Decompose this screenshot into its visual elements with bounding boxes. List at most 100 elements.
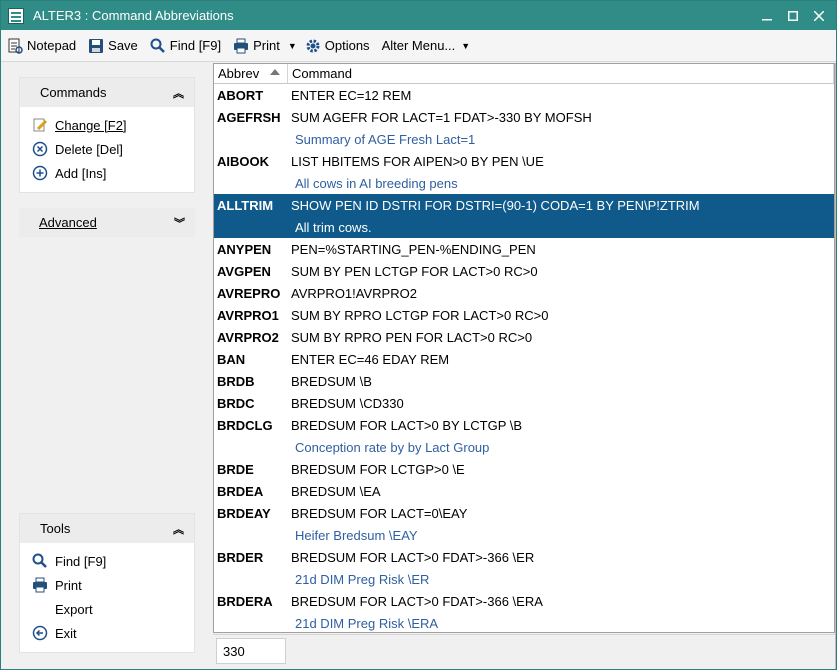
description-cell: 21d DIM Preg Risk \ER xyxy=(295,571,430,587)
table-row[interactable]: AVREPRO AVRPRO1!AVRPRO2 xyxy=(214,282,834,304)
command-cell: SUM AGEFR FOR LACT=1 FDAT>-330 BY MOFSH xyxy=(291,109,592,125)
abbrev-cell: ANYPEN xyxy=(217,241,272,257)
abbrev-cell: BRDB xyxy=(217,373,255,389)
table-row[interactable]: BRDEA BREDSUM \EA xyxy=(214,480,834,502)
command-cell: ENTER EC=46 EDAY REM xyxy=(291,351,450,367)
change-command-item[interactable]: Change [F2] xyxy=(32,113,194,137)
abbrev-cell: BRDCLG xyxy=(217,417,273,433)
command-column-label: Command xyxy=(292,66,352,81)
app-icon xyxy=(8,7,24,24)
alter-menu-dropdown-arrow[interactable]: ▼ xyxy=(461,41,470,51)
row-main-line: AGEFRSH SUM AGEFR FOR LACT=1 FDAT>-330 BY… xyxy=(214,106,834,128)
printer-icon xyxy=(32,577,48,593)
toolbar: Notepad Save Find [F9] Print ▼ Options A… xyxy=(1,30,836,62)
command-cell: SUM BY PEN LCTGP FOR LACT>0 RC>0 xyxy=(291,263,538,279)
collapse-up-icon[interactable]: ︽ xyxy=(173,521,184,537)
find-button[interactable]: Find [F9] xyxy=(150,34,221,58)
column-header-command[interactable]: Command xyxy=(288,64,834,83)
abbrev-cell: ALLTRIM xyxy=(217,197,274,213)
add-icon xyxy=(32,165,48,181)
notepad-icon xyxy=(8,38,23,54)
table-row[interactable]: AVRPRO2 SUM BY RPRO PEN FOR LACT>0 RC>0 xyxy=(214,326,834,348)
tools-find-item[interactable]: Find [F9] xyxy=(32,549,194,573)
row-main-line: ABORT ENTER EC=12 REM xyxy=(214,84,834,106)
column-header-abbrev[interactable]: Abbrev xyxy=(214,64,288,83)
advanced-panel-header[interactable]: Advanced ︾ xyxy=(19,208,195,237)
add-label: Add [Ins] xyxy=(55,165,107,181)
grid-body: ABORT ENTER EC=12 REM AGEFRSH SUM AGEFR FOR… xyxy=(214,84,834,632)
table-row[interactable]: AVGPEN SUM BY PEN LCTGP FOR LACT>0 RC>0 xyxy=(214,260,834,282)
sort-ascending-icon xyxy=(270,69,280,75)
save-icon xyxy=(89,38,104,53)
window-border xyxy=(835,63,836,669)
tools-panel: Tools ︽ Find [F9] Print Export Exit xyxy=(19,513,195,653)
table-row[interactable]: BRDCLG BREDSUM FOR LACT>0 BY LCTGP \B Conc… xyxy=(214,414,834,458)
table-row[interactable]: BAN ENTER EC=46 EDAY REM xyxy=(214,348,834,370)
abbrev-cell: ABORT xyxy=(217,87,264,103)
search-icon xyxy=(32,553,48,569)
row-main-line: BRDER BREDSUM FOR LACT>0 FDAT>-366 \ER xyxy=(214,546,834,568)
commands-panel-header[interactable]: Commands ︽ xyxy=(20,78,194,107)
alter-menu-button[interactable]: Alter Menu... xyxy=(382,34,456,58)
description-cell: All cows in AI breeding pens xyxy=(295,175,458,191)
options-button[interactable]: Options xyxy=(305,34,370,58)
minimize-button[interactable] xyxy=(754,1,780,30)
minimize-icon xyxy=(762,18,772,20)
table-row[interactable]: ALLTRIM SHOW PEN ID DSTRI FOR DSTRI=(90-1… xyxy=(214,194,834,238)
notepad-label: Notepad xyxy=(27,38,77,53)
print-button[interactable]: Print xyxy=(233,34,280,58)
record-count-field: 330 xyxy=(216,638,286,664)
change-label: Change [F2] xyxy=(55,117,127,133)
row-main-line: BAN ENTER EC=46 EDAY REM xyxy=(214,348,834,370)
main-window: ALTER3 : Command Abbreviations Notepad S… xyxy=(0,0,837,670)
description-cell: Summary of AGE Fresh Lact=1 xyxy=(295,131,476,147)
window-title: ALTER3 : Command Abbreviations xyxy=(33,8,234,23)
abbrev-cell: AVGPEN xyxy=(217,263,271,279)
row-main-line: AIBOOK LIST HBITEMS FOR AIPEN>0 BY PEN \U… xyxy=(214,150,834,172)
abbrev-cell: AIBOOK xyxy=(217,153,269,169)
table-row[interactable]: AIBOOK LIST HBITEMS FOR AIPEN>0 BY PEN \U… xyxy=(214,150,834,194)
expand-down-icon[interactable]: ︾ xyxy=(174,215,185,231)
delete-label: Delete [Del] xyxy=(55,141,123,157)
close-button[interactable] xyxy=(806,1,832,30)
abbrev-column-label: Abbrev xyxy=(218,66,260,81)
command-cell: SUM BY RPRO PEN FOR LACT>0 RC>0 xyxy=(291,329,533,345)
table-row[interactable]: ANYPEN PEN=%STARTING_PEN-%ENDING_PEN xyxy=(214,238,834,260)
tools-export-item[interactable]: Export xyxy=(32,597,194,621)
description-cell: 21d DIM Preg Risk \ERA xyxy=(295,615,439,631)
abbrev-cell: BRDER xyxy=(217,549,264,565)
delete-command-item[interactable]: Delete [Del] xyxy=(32,137,194,161)
row-main-line: BRDEA BREDSUM \EA xyxy=(214,480,834,502)
tools-print-item[interactable]: Print xyxy=(32,573,194,597)
save-button[interactable]: Save xyxy=(88,34,138,58)
command-cell: SUM BY RPRO LCTGP FOR LACT>0 RC>0 xyxy=(291,307,549,323)
row-main-line: AVREPRO AVRPRO1!AVRPRO2 xyxy=(214,282,834,304)
table-row[interactable]: BRDB BREDSUM \B xyxy=(214,370,834,392)
print-label: Print xyxy=(253,38,280,53)
status-bar: 330 xyxy=(213,634,835,667)
table-row[interactable]: ABORT ENTER EC=12 REM xyxy=(214,84,834,106)
table-row[interactable]: AVRPRO1 SUM BY RPRO LCTGP FOR LACT>0 RC>0 xyxy=(214,304,834,326)
tools-exit-item[interactable]: Exit xyxy=(32,621,194,645)
table-row[interactable]: BRDER BREDSUM FOR LACT>0 FDAT>-366 \ER 21d… xyxy=(214,546,834,590)
command-cell: BREDSUM \B xyxy=(291,373,372,389)
table-row[interactable]: BRDE BREDSUM FOR LCTGP>0 \E xyxy=(214,458,834,480)
find-label: Find [F9] xyxy=(169,38,222,53)
print-dropdown-arrow[interactable]: ▼ xyxy=(288,41,297,51)
table-row[interactable]: BRDERA BREDSUM FOR LACT>0 FDAT>-366 \ERA 2… xyxy=(214,590,834,632)
maximize-button[interactable] xyxy=(780,1,806,30)
command-cell: AVRPRO1!AVRPRO2 xyxy=(291,285,417,301)
search-icon xyxy=(150,38,165,53)
row-main-line: BRDCLG BREDSUM FOR LACT>0 BY LCTGP \B xyxy=(214,414,834,436)
table-row[interactable]: BRDC BREDSUM \CD330 xyxy=(214,392,834,414)
record-count: 330 xyxy=(223,643,245,659)
table-row[interactable]: BRDEAY BREDSUM FOR LACT=0\EAY Heifer Breds… xyxy=(214,502,834,546)
collapse-up-icon[interactable]: ︽ xyxy=(173,85,184,101)
abbreviations-grid: Abbrev Command ABORT ENTER EC=12 REM AGEFR… xyxy=(213,63,835,633)
add-command-item[interactable]: Add [Ins] xyxy=(32,161,194,185)
tools-panel-header[interactable]: Tools ︽ xyxy=(20,514,194,543)
notepad-button[interactable]: Notepad xyxy=(7,34,76,58)
command-cell: BREDSUM FOR LACT>0 FDAT>-366 \ER xyxy=(291,549,535,565)
commands-panel-title: Commands xyxy=(40,85,107,100)
table-row[interactable]: AGEFRSH SUM AGEFR FOR LACT=1 FDAT>-330 BY… xyxy=(214,106,834,150)
